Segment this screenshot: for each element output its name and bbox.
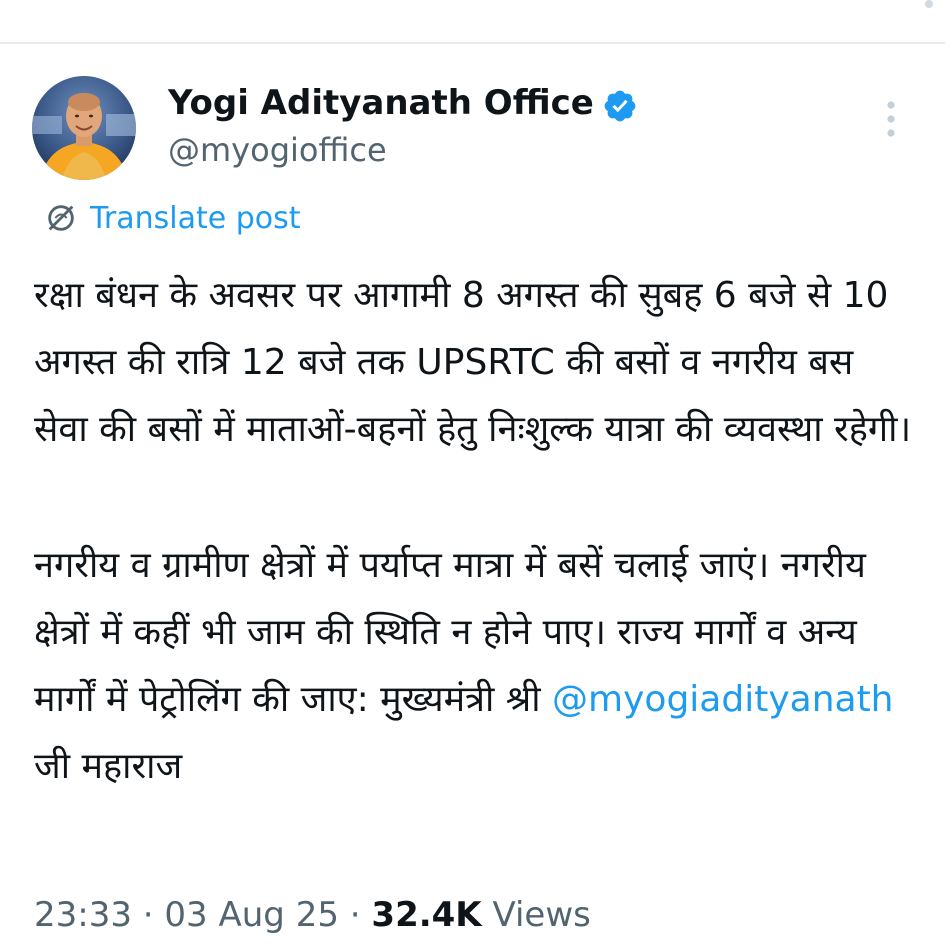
more-vertical-icon[interactable] — [880, 98, 902, 140]
tweet-page: Yogi Adityanath Office @myogioffice Tran… — [0, 0, 945, 944]
views-count[interactable]: 32.4K — [371, 895, 481, 935]
tweet-paragraph-1: रक्षा बंधन के अवसर पर आगामी 8 अगस्त की स… — [34, 275, 912, 450]
tweet-meta: 23:33 · 03 Aug 25 · 32.4K Views — [34, 890, 591, 940]
meta-separator: · — [349, 895, 361, 935]
author-handle[interactable]: @myogioffice — [168, 130, 387, 170]
avatar-image — [32, 76, 136, 180]
top-edge-dot — [925, 0, 933, 8]
translate-post-label: Translate post — [90, 200, 301, 236]
tweet-date[interactable]: 03 Aug 25 — [164, 895, 339, 935]
tweet-text: रक्षा बंधन के अवसर पर आगामी 8 अगस्त की स… — [34, 262, 914, 800]
tweet-time[interactable]: 23:33 — [34, 895, 132, 935]
views-label: Views — [492, 895, 591, 935]
top-divider — [0, 42, 945, 44]
tweet-paragraph-2: नगरीय व ग्रामीण क्षेत्रों में पर्याप्त म… — [34, 532, 914, 800]
mention-link[interactable]: @myogiadityanath — [552, 679, 893, 720]
author-name[interactable]: Yogi Adityanath Office — [168, 82, 594, 124]
globe-slash-icon — [48, 205, 74, 231]
avatar[interactable] — [32, 76, 136, 180]
translate-post-link[interactable]: Translate post — [44, 198, 301, 238]
verified-badge-icon — [604, 90, 636, 122]
meta-separator: · — [142, 895, 154, 935]
